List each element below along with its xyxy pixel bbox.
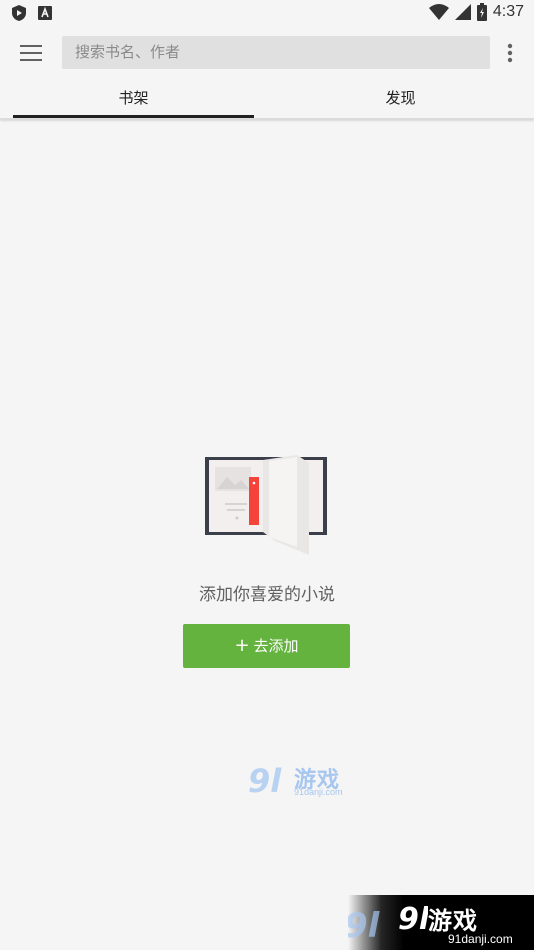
corner-watermark-91-logo: 9l 9l: [348, 902, 428, 946]
corner-watermark: 9l 9l 游戏 91danji.com: [348, 895, 534, 950]
more-options-button[interactable]: [500, 40, 520, 66]
tab-bookshelf[interactable]: 书架: [13, 78, 254, 118]
more-vert-icon: [507, 43, 513, 63]
watermark-91-logo: 9l: [248, 762, 282, 800]
tab-bar: 书架 发现: [0, 78, 534, 119]
corner-watermark-brand: 游戏: [428, 907, 478, 935]
corner-watermark-url: 91danji.com: [448, 932, 513, 946]
svg-text:9l: 9l: [398, 902, 428, 937]
active-tab-indicator: [13, 115, 254, 118]
battery-charging-icon: [476, 3, 487, 21]
toolbar: 搜索书名、作者: [0, 28, 534, 78]
font-app-icon: [38, 6, 52, 20]
plus-icon: +: [234, 635, 250, 656]
empty-bookshelf-illustration: [205, 455, 327, 555]
watermark-logo: 9l 游戏 91danji.com: [246, 760, 346, 800]
status-time: 4:37: [492, 3, 524, 20]
svg-text:9l: 9l: [348, 906, 381, 946]
search-input[interactable]: 搜索书名、作者: [62, 36, 490, 69]
svg-text:9l: 9l: [248, 762, 282, 800]
search-placeholder: 搜索书名、作者: [75, 43, 181, 61]
wifi-icon: [428, 4, 449, 20]
status-bar: 4:37: [0, 0, 534, 28]
tab-discover[interactable]: 发现: [267, 78, 534, 118]
menu-button[interactable]: [16, 39, 46, 67]
hamburger-menu-icon: [20, 45, 42, 61]
add-button-label: 去添加: [253, 637, 299, 655]
watermark-url: 91danji.com: [294, 787, 343, 797]
shield-app-icon: [12, 5, 26, 21]
cell-signal-icon: [454, 4, 471, 20]
add-book-button[interactable]: + 去添加: [183, 624, 350, 668]
empty-state-message: 添加你喜爱的小说: [199, 585, 335, 605]
